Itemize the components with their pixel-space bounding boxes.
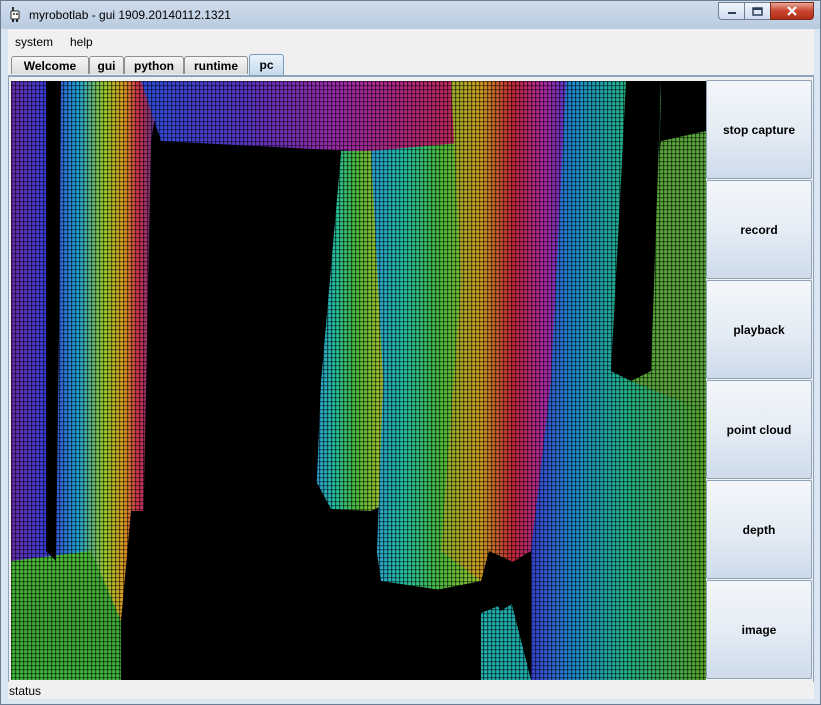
tab-runtime[interactable]: runtime [184, 56, 248, 74]
point-cloud-rendering [11, 81, 706, 680]
playback-button[interactable]: playback [706, 280, 812, 379]
minimize-icon [727, 12, 736, 14]
status-bar: status [8, 682, 814, 699]
tab-python[interactable]: python [124, 56, 184, 74]
point-cloud-view[interactable] [11, 81, 706, 680]
menu-bar: system help [8, 29, 814, 53]
control-button-panel: stop capture record playback point cloud… [706, 80, 812, 680]
title-bar[interactable]: myrobotlab - gui 1909.20140112.1321 [1, 1, 820, 29]
close-button[interactable] [770, 2, 814, 20]
minimize-button[interactable] [718, 2, 744, 20]
menu-help[interactable]: help [70, 35, 93, 49]
image-button[interactable]: image [706, 580, 812, 679]
menu-system[interactable]: system [15, 35, 53, 49]
app-window: myrobotlab - gui 1909.20140112.1321 syst… [0, 0, 821, 705]
maximize-icon [752, 6, 763, 16]
tab-welcome[interactable]: Welcome [11, 56, 89, 74]
client-area: system help Welcome gui python runtime p… [8, 29, 814, 699]
tab-gui[interactable]: gui [89, 56, 124, 74]
stop-capture-button[interactable]: stop capture [706, 80, 812, 179]
pc-panel: stop capture record playback point cloud… [8, 76, 814, 683]
record-button[interactable]: record [706, 180, 812, 279]
tab-strip: Welcome gui python runtime pc [8, 53, 814, 76]
maximize-button[interactable] [744, 2, 770, 20]
close-icon [787, 6, 797, 16]
point-cloud-button[interactable]: point cloud [706, 380, 812, 479]
window-title: myrobotlab - gui 1909.20140112.1321 [29, 8, 231, 22]
depth-button[interactable]: depth [706, 480, 812, 579]
robot-app-icon [10, 7, 20, 22]
window-controls [718, 2, 814, 21]
tab-pc[interactable]: pc [249, 54, 284, 75]
status-label: status [9, 684, 42, 698]
